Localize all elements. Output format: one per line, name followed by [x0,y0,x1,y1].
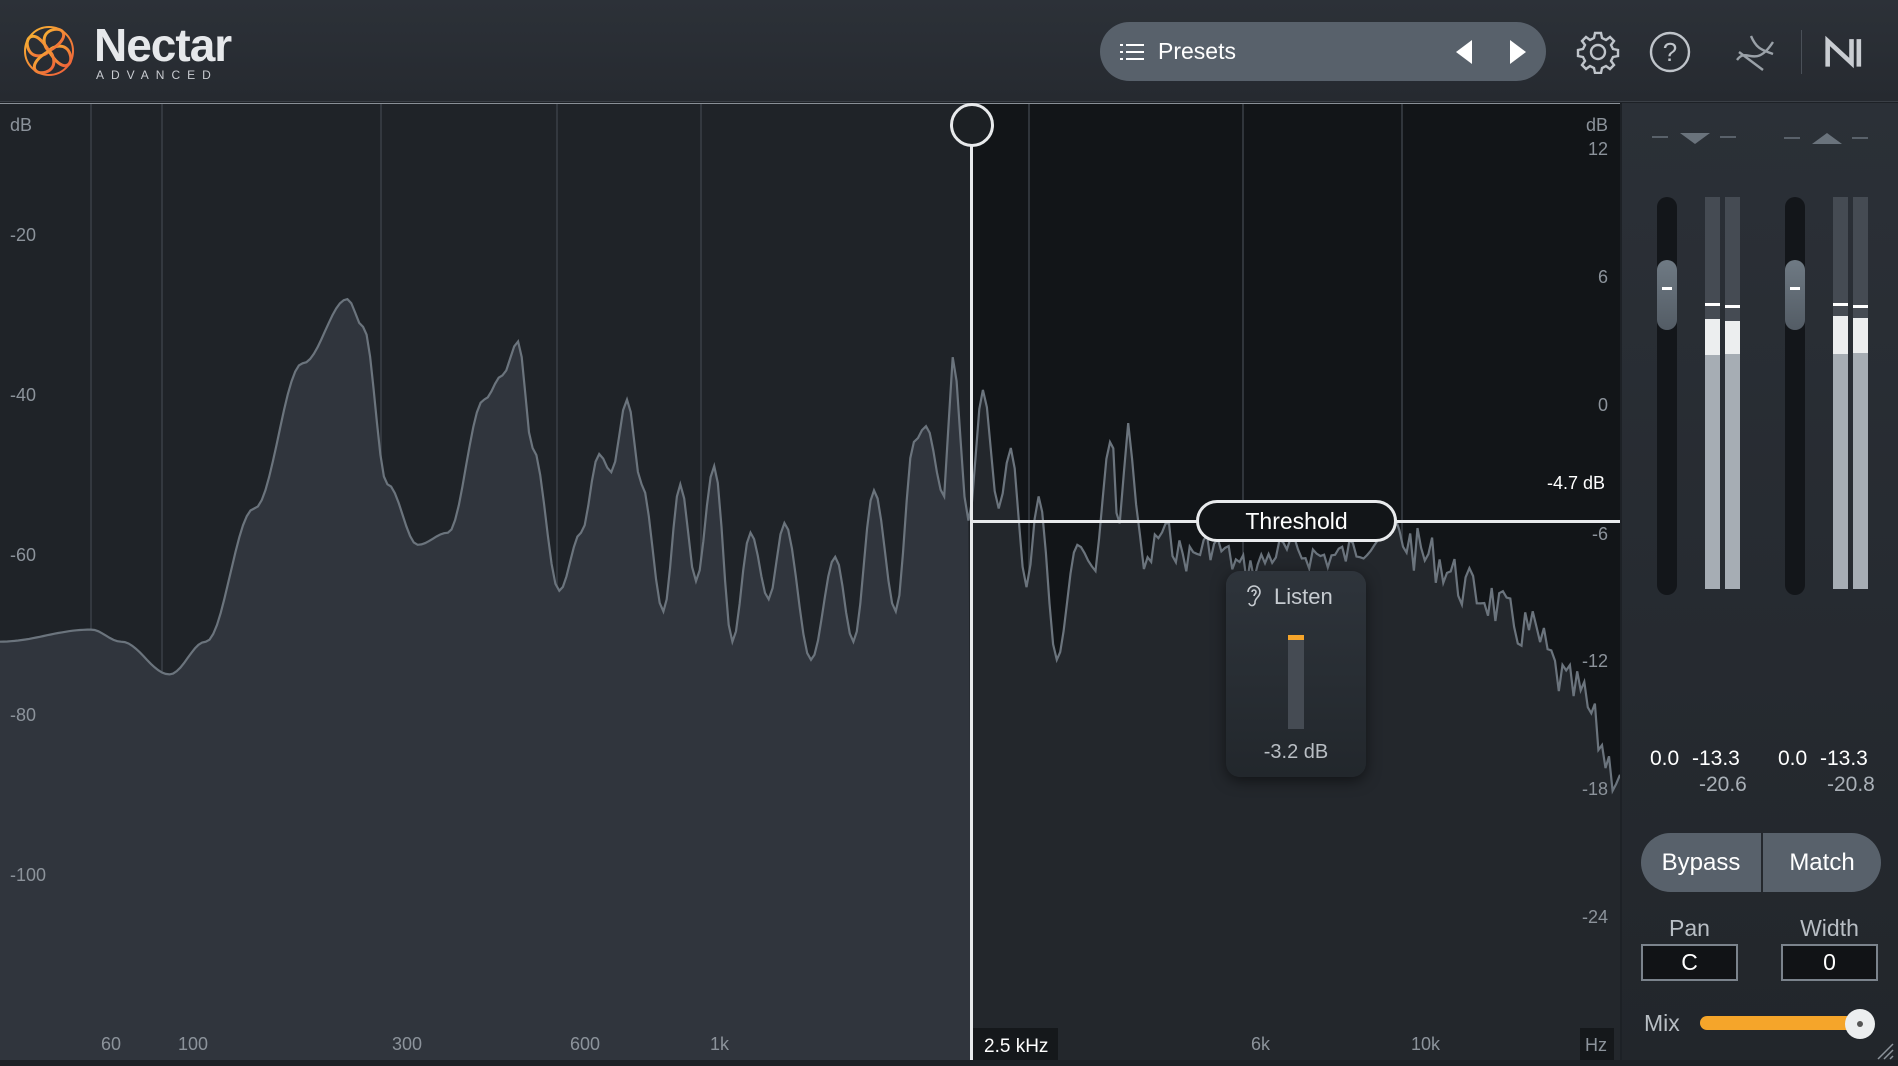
presets-bar[interactable]: Presets [1100,22,1546,81]
width-label: Width [1800,915,1859,941]
input-gain-fader[interactable] [1657,197,1677,595]
right-axis-tick: 12 [1587,139,1608,159]
threshold-value: -4.7 dB [1547,473,1606,493]
crossover-handle[interactable] [950,103,994,147]
freq-axis-tick: 300 [392,1034,423,1054]
list-icon [1120,43,1144,60]
output-rms-value: -20.8 [1827,773,1875,796]
right-axis-tick: -6 [1591,524,1608,544]
width-field[interactable]: 0 [1781,944,1878,981]
signal-chain-icon[interactable] [1733,30,1777,74]
pan-label: Pan [1669,915,1710,941]
edition-label: ADVANCED [96,68,218,82]
listen-meter-peak [1288,635,1304,640]
listen-panel[interactable]: Listen -3.2 dB [1226,571,1366,777]
left-axis-tick: -20 [10,225,37,245]
output-gain-value[interactable]: 0.0 [1778,747,1807,771]
right-axis-tick: 0 [1597,395,1608,415]
input-gain-indicator-icon [1652,133,1736,144]
right-axis-tick: -12 [1581,651,1608,671]
input-meter-left [1705,197,1720,589]
left-axis-tick: -40 [10,385,37,405]
left-axis-tick: -100 [10,865,47,885]
left-axis-tick: -60 [10,545,37,565]
spectrum-svg [0,103,1620,1060]
output-gain-indicator-icon [1784,133,1868,144]
prev-arrow-icon[interactable] [1454,39,1474,65]
input-gain-fader-thumb[interactable] [1657,260,1677,330]
bypass-button[interactable]: Bypass [1641,833,1761,892]
pan-field[interactable]: C [1641,944,1738,981]
output-meter-right [1853,197,1868,589]
freq-axis-tick: 10k [1411,1034,1441,1054]
freq-axis-tick: 100 [178,1034,209,1054]
input-rms-value: -20.6 [1699,773,1747,796]
freq-axis-tick: 1k [710,1034,730,1054]
listen-meter [1288,635,1304,729]
output-peak-value: -13.3 [1820,747,1868,770]
header: Nectar ADVANCED Presets ? [0,0,1898,102]
input-peak-value: -13.3 [1692,747,1740,770]
match-button[interactable]: Match [1763,833,1881,892]
freq-axis-tick: 60 [101,1034,122,1054]
logo-icon [24,26,74,76]
ear-icon [1247,585,1261,607]
right-axis-unit: dB [1586,115,1609,135]
output-gain-fader-thumb[interactable] [1785,260,1805,330]
resize-grip-icon[interactable] [1876,1042,1894,1060]
mix-label: Mix [1644,1010,1680,1036]
svg-text:?: ? [1663,37,1677,67]
next-arrow-icon[interactable] [1508,39,1528,65]
spectrum-display[interactable]: dB dB -4.7 dB Threshold Listen -3.2 dB 2… [0,103,1620,1060]
help-icon[interactable]: ? [1648,30,1692,74]
crossover-line[interactable] [970,123,973,1060]
input-gain-value[interactable]: 0.0 [1650,747,1679,771]
threshold-handle[interactable]: Threshold [1196,500,1397,542]
freq-axis-tick: 6k [1251,1034,1271,1054]
freq-axis-unit: Hz [1585,1035,1607,1055]
header-divider [1801,30,1802,74]
gear-icon[interactable] [1576,30,1620,74]
ni-logo-icon[interactable] [1824,30,1868,74]
output-meter-left [1833,197,1848,589]
crossover-frequency: 2.5 kHz [984,1036,1049,1057]
presets-label: Presets [1158,38,1236,64]
right-axis-tick: -18 [1581,779,1608,799]
left-axis-tick: -80 [10,705,37,725]
listen-label: Listen [1274,584,1333,609]
mix-slider-thumb[interactable] [1845,1009,1875,1039]
freq-axis-tick: 600 [570,1034,601,1054]
right-axis-tick: 6 [1597,267,1608,287]
left-axis-unit: dB [10,115,33,135]
input-meter-right [1725,197,1740,589]
mix-slider[interactable] [1700,1016,1860,1030]
right-axis-tick: -24 [1581,907,1608,927]
output-gain-fader[interactable] [1785,197,1805,595]
app-name: Nectar [94,19,232,71]
listen-value: -3.2 dB [1263,741,1329,763]
